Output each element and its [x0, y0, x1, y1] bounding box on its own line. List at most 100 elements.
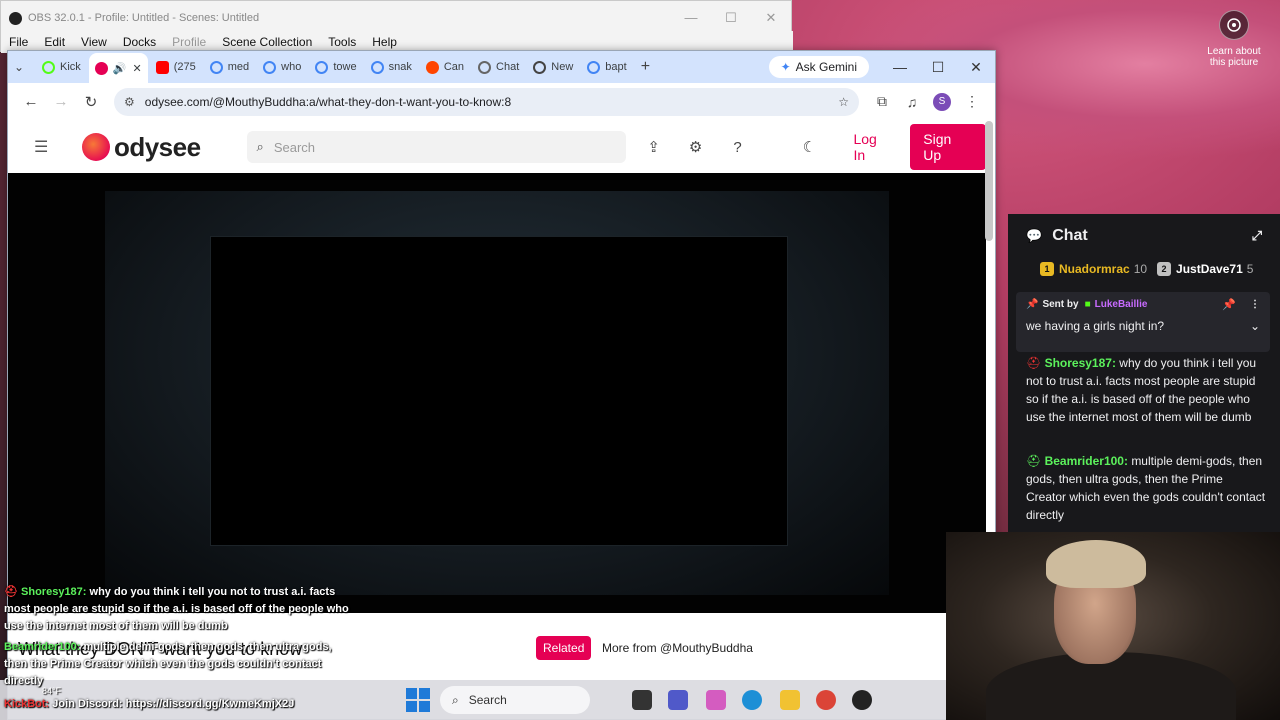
chat-panel: 💬 Chat ⤢ 1 Nuadormrac 10 2 JustDave71 5 … [1008, 214, 1280, 532]
kick-favicon-icon [42, 60, 55, 74]
maximize-icon[interactable]: ☐ [711, 10, 751, 26]
unpin-icon[interactable]: 📌 [1222, 298, 1236, 311]
edge-icon[interactable] [742, 690, 762, 710]
odysee-header: ☰ odysee ⌕ Search ⇪ ⚙ ? ☾ Log In Sign Up [8, 121, 986, 173]
kickbot-username: KickBot: [4, 698, 50, 710]
tab-5[interactable]: towe [309, 54, 362, 80]
extensions-icon[interactable]: ⧉ [867, 93, 897, 110]
media-icon[interactable]: ♫ [897, 94, 927, 110]
overlay-chat: ⛑ Shoresy187: why do you think i tell yo… [4, 584, 354, 690]
sidebar-toggle-icon[interactable]: ☰ [34, 137, 62, 157]
address-bar[interactable]: ⚙ odysee.com/@MouthyBuddha:a/what-they-d… [114, 87, 859, 116]
tab-9[interactable]: New [527, 54, 579, 80]
url-text: odysee.com/@MouthyBuddha:a/what-they-don… [144, 94, 512, 109]
kickbot-text: Join Discord: https://discord.gg/KwmeKmj… [52, 698, 295, 710]
chat-username[interactable]: Beamrider100: [1045, 454, 1128, 468]
menu-file[interactable]: File [1, 35, 36, 49]
settings-icon[interactable]: ⚙ [682, 133, 710, 161]
chat-username[interactable]: Shoresy187: [1045, 356, 1116, 370]
tab-active[interactable]: 🔊 ✕ [88, 53, 148, 83]
more-from-tab[interactable]: More from @MouthyBuddha [602, 641, 753, 655]
upload-icon[interactable]: ⇪ [640, 133, 668, 161]
more-options-icon[interactable]: ⋮ [1250, 299, 1260, 310]
menu-profile[interactable]: Profile [164, 35, 214, 49]
forward-icon[interactable]: → [46, 93, 76, 110]
profile-avatar[interactable]: S [933, 92, 951, 111]
chat-message: ⛑ Beamrider100: multiple demi-gods, then… [1026, 452, 1266, 524]
chrome-favicon-icon [533, 60, 547, 74]
search-input[interactable]: ⌕ Search [246, 131, 626, 163]
tab-search-icon[interactable]: ⌄ [14, 60, 36, 74]
copilot-icon[interactable] [706, 690, 726, 710]
badge-icon: ⛑ [1026, 356, 1042, 370]
pin-icon: 📌 [1026, 299, 1039, 310]
video-frame [105, 191, 889, 595]
tab-strip: ⌄ Kick 🔊 ✕ (275 med who towe snak Can Cha… [8, 51, 995, 83]
speaker-icon: 🔊 [112, 62, 127, 75]
gemini-icon: ✦ [780, 60, 791, 74]
tab-7[interactable]: Can [420, 54, 470, 80]
close-icon[interactable]: ✕ [957, 59, 995, 76]
bookmark-star-icon[interactable]: ☆ [838, 95, 849, 109]
learn-about-picture-button[interactable]: Learn about this picture [1196, 8, 1272, 78]
video-player[interactable] [8, 173, 986, 613]
task-view-icon[interactable] [632, 690, 652, 710]
teams-icon[interactable] [668, 690, 688, 710]
minimize-icon[interactable]: — [881, 59, 919, 76]
tab-3[interactable]: med [204, 54, 255, 80]
odysee-logo-icon [81, 133, 110, 161]
menu-view[interactable]: View [73, 35, 115, 49]
new-tab-icon[interactable]: + [641, 58, 650, 76]
obs-icon[interactable] [852, 690, 872, 710]
minimize-icon[interactable]: — [671, 10, 711, 26]
gifter-name-1[interactable]: Nuadormrac [1059, 262, 1130, 276]
start-button[interactable] [406, 688, 430, 712]
odysee-logo[interactable]: odysee [81, 132, 201, 163]
pinned-sender[interactable]: LukeBaillie [1095, 299, 1148, 310]
menu-help[interactable]: Help [364, 35, 405, 49]
tab-2[interactable]: (275 [150, 54, 202, 80]
menu-scene-collection[interactable]: Scene Collection [214, 35, 320, 49]
gifter-name-2[interactable]: JustDave71 [1176, 262, 1243, 276]
help-icon[interactable]: ? [724, 133, 752, 161]
menu-dots-icon[interactable]: ⋮ [957, 93, 987, 110]
tab-0[interactable]: Kick [36, 54, 87, 80]
menu-docks[interactable]: Docks [115, 35, 164, 49]
overlay-message: ⛑ Shoresy187: why do you think i tell yo… [4, 584, 354, 635]
related-tab[interactable]: Related [536, 636, 592, 660]
reload-icon[interactable]: ↻ [76, 93, 106, 111]
weather-text: 84°F [42, 686, 62, 696]
sent-by-label: Sent by [1042, 299, 1079, 310]
tab-8[interactable]: Chat [472, 54, 525, 80]
dark-mode-icon[interactable]: ☾ [796, 133, 824, 161]
signup-button[interactable]: Sign Up [910, 124, 986, 170]
maximize-icon[interactable]: ☐ [919, 59, 957, 76]
tab-10[interactable]: bapt [581, 54, 632, 80]
video-content [210, 236, 788, 546]
popout-icon[interactable]: ⤢ [1252, 228, 1262, 244]
webcam-feed [946, 532, 1280, 720]
chevron-down-icon[interactable]: ⌄ [1250, 319, 1260, 333]
file-explorer-icon[interactable] [780, 690, 800, 710]
ask-gemini-button[interactable]: ✦ Ask Gemini [768, 56, 869, 78]
site-info-icon[interactable]: ⚙ [124, 95, 135, 109]
menu-edit[interactable]: Edit [36, 35, 73, 49]
chat-header: 💬 Chat ⤢ [1008, 214, 1280, 258]
overlay-username: Beamrider100: [4, 641, 81, 653]
learn-about-label-2: this picture [1209, 57, 1259, 68]
tab-4[interactable]: who [257, 54, 307, 80]
top-gifters: 1 Nuadormrac 10 2 JustDave71 5 [1008, 258, 1280, 280]
obs-titlebar: OBS 32.0.1 - Profile: Untitled - Scenes:… [1, 1, 791, 35]
taskbar-search[interactable]: ⌕ Search [440, 686, 590, 714]
back-icon[interactable]: ← [16, 93, 46, 110]
chrome-icon[interactable] [816, 690, 836, 710]
close-icon[interactable]: ✕ [751, 10, 791, 26]
tab-close-icon[interactable]: ✕ [132, 62, 141, 75]
pinned-text: we having a girls night in? [1026, 319, 1165, 333]
tab-6[interactable]: snak [365, 54, 418, 80]
login-button[interactable]: Log In [853, 131, 892, 163]
page-scrollbar[interactable] [985, 121, 993, 241]
badge-icon: ⛑ [1026, 454, 1042, 468]
pinned-message[interactable]: 📌 Sent by ■ LukeBaillie 📌 ⋮ we having a … [1016, 292, 1270, 352]
menu-tools[interactable]: Tools [320, 35, 364, 49]
